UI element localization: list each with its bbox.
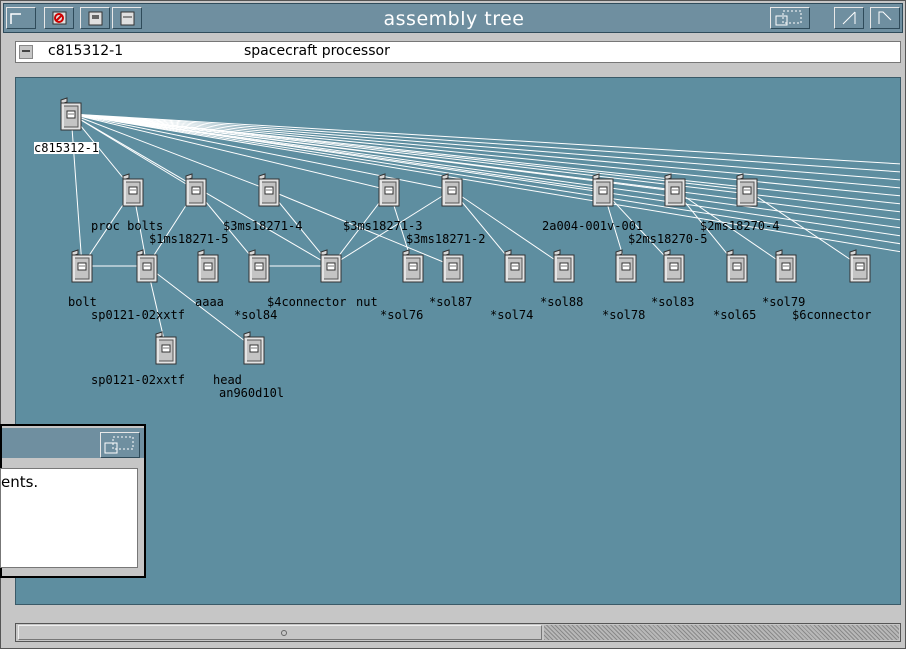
folder-icon[interactable] xyxy=(551,248,577,284)
window-menu-icon xyxy=(10,13,21,24)
folder-icon[interactable] xyxy=(153,330,179,366)
tree-node-label[interactable]: sp0121-02xxtf xyxy=(91,309,185,321)
tree-node-label[interactable]: *sol87 xyxy=(429,296,472,308)
window-menu-button[interactable] xyxy=(6,7,36,29)
tree-node-label[interactable]: *sol79 xyxy=(762,296,805,308)
tree-node-label[interactable]: $2ms18270-4 xyxy=(700,220,779,232)
chevron-down-icon xyxy=(22,50,30,52)
folder-icon[interactable] xyxy=(502,248,528,284)
tree-node-label[interactable]: *sol76 xyxy=(380,309,423,321)
tree-node-label[interactable]: *sol83 xyxy=(651,296,694,308)
maximize-icon xyxy=(878,11,892,24)
restore-button[interactable] xyxy=(770,7,810,29)
tree-node-label[interactable]: *sol84 xyxy=(234,309,277,321)
title-bar[interactable]: assembly tree xyxy=(3,3,903,33)
tree-node-label[interactable]: $3ms18271-2 xyxy=(406,233,485,245)
folder-icon[interactable] xyxy=(134,248,160,284)
path-bar[interactable]: c815312-1 spacecraft processor xyxy=(15,41,901,63)
path-description: spacecraft processor xyxy=(244,43,390,59)
tree-node-label[interactable]: $6connector xyxy=(792,309,871,321)
horizontal-scrollbar[interactable] xyxy=(15,623,901,642)
folder-icon[interactable] xyxy=(661,248,687,284)
restore-icon xyxy=(104,436,134,454)
folder-icon[interactable] xyxy=(246,248,272,284)
tool-button-2[interactable] xyxy=(80,7,110,29)
tree-node-label[interactable]: $2ms18270-5 xyxy=(628,233,707,245)
tool-button-3[interactable] xyxy=(112,7,142,29)
dialog-body: ents. xyxy=(0,468,138,568)
folder-icon[interactable] xyxy=(613,248,639,284)
folder-icon[interactable] xyxy=(734,172,760,208)
tree-edge xyxy=(70,113,604,191)
folder-icon[interactable] xyxy=(440,248,466,284)
folder-icon[interactable] xyxy=(195,248,221,284)
folder-icon[interactable] xyxy=(58,96,84,132)
tree-node-label[interactable]: $1ms18271-5 xyxy=(149,233,228,245)
tree-node-label[interactable]: an960d10l xyxy=(219,387,284,399)
folder-tool-icon xyxy=(120,11,135,26)
tree-node-label[interactable]: c815312-1 xyxy=(34,142,100,154)
folder-icon[interactable] xyxy=(120,172,146,208)
tree-node-label[interactable]: *sol88 xyxy=(540,296,583,308)
tree-node-label[interactable]: *sol65 xyxy=(713,309,756,321)
restore-icon xyxy=(775,10,802,26)
folder-icon[interactable] xyxy=(773,248,799,284)
minimize-icon xyxy=(842,11,856,25)
tree-node-label[interactable]: $3ms18271-3 xyxy=(343,220,422,232)
dialog-message: ents. xyxy=(1,473,39,491)
tree-node-label[interactable]: sp0121-02xxtf xyxy=(91,374,185,386)
tree-node-label[interactable]: nut xyxy=(356,296,378,308)
cancel-tool-button[interactable] xyxy=(44,7,74,29)
tree-edges xyxy=(70,113,900,349)
folder-icon[interactable] xyxy=(439,172,465,208)
folder-icon[interactable] xyxy=(241,330,267,366)
scrollbar-track[interactable] xyxy=(544,625,899,640)
tree-edge xyxy=(70,113,900,181)
minimize-button[interactable] xyxy=(834,7,864,29)
path-dropdown-toggle[interactable] xyxy=(19,45,33,59)
tree-edge xyxy=(70,113,900,229)
dialog-restore-button[interactable] xyxy=(100,432,140,458)
message-dialog: ents. xyxy=(0,424,146,578)
folder-icon[interactable] xyxy=(662,172,688,208)
cancel-icon xyxy=(52,11,67,25)
tree-node-label[interactable]: head xyxy=(213,374,242,386)
path-code: c815312-1 xyxy=(48,43,124,59)
scroll-grip-icon xyxy=(281,630,287,636)
tree-node-label[interactable]: aaaa xyxy=(195,296,224,308)
dialog-title-bar[interactable] xyxy=(2,428,144,458)
folder-icon[interactable] xyxy=(318,248,344,284)
tree-edge xyxy=(70,113,83,267)
assembly-tree-canvas[interactable]: c815312-1 proc bolts $1ms18271-5 $3ms18271-… xyxy=(15,77,901,605)
tree-edge xyxy=(70,113,676,191)
folder-icon[interactable] xyxy=(724,248,750,284)
document-icon xyxy=(88,11,103,26)
folder-icon[interactable] xyxy=(847,248,873,284)
scrollbar-thumb[interactable] xyxy=(18,625,542,640)
folder-icon[interactable] xyxy=(400,248,426,284)
folder-icon[interactable] xyxy=(183,172,209,208)
folder-icon[interactable] xyxy=(256,172,282,208)
tree-node-label[interactable]: bolt xyxy=(68,296,97,308)
tree-node-label[interactable]: proc bolts xyxy=(91,220,163,232)
tree-node-label[interactable]: $3ms18271-4 xyxy=(223,220,302,232)
window-title: assembly tree xyxy=(383,8,525,30)
tree-node-label[interactable]: 2a004-001v-001 xyxy=(542,220,643,232)
folder-icon[interactable] xyxy=(590,172,616,208)
folder-icon[interactable] xyxy=(69,248,95,284)
tree-node-label[interactable]: $4connector xyxy=(267,296,346,308)
maximize-button[interactable] xyxy=(870,7,900,29)
tree-node-label[interactable]: *sol74 xyxy=(490,309,533,321)
tree-edge xyxy=(70,113,748,191)
tree-node-label[interactable]: *sol78 xyxy=(602,309,645,321)
folder-icon[interactable] xyxy=(376,172,402,208)
